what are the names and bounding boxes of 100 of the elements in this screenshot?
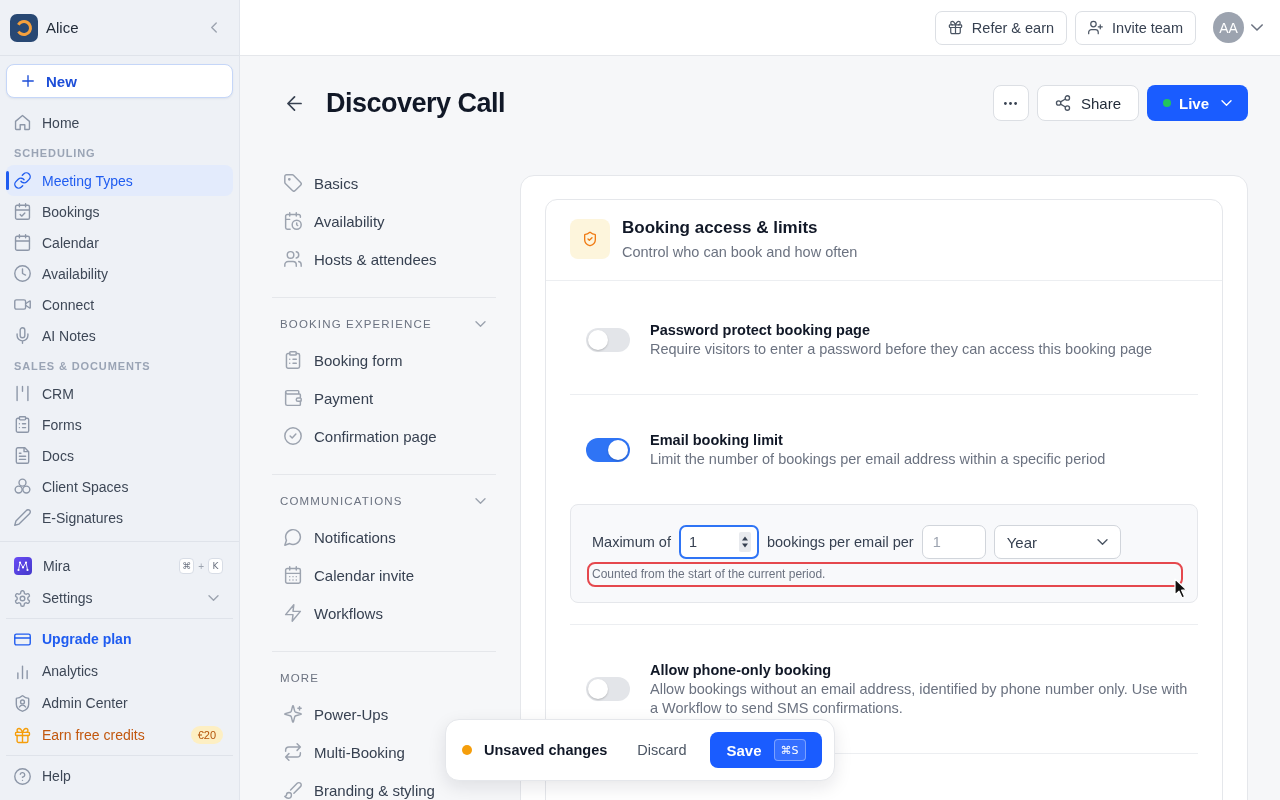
nav-item[interactable]: Home — [6, 107, 233, 138]
save-button[interactable]: Save ⌘S — [710, 732, 822, 768]
pencil-icon — [14, 509, 31, 526]
shield-check-icon — [570, 219, 610, 259]
chevron-down-icon[interactable] — [1251, 24, 1263, 31]
status-dot-icon — [1163, 99, 1171, 107]
settings-nav-item[interactable]: Payment — [272, 379, 386, 417]
credit-badge: €20 — [190, 726, 223, 744]
nav-item[interactable]: Calendar — [6, 227, 233, 258]
calendar-check-icon — [14, 203, 31, 220]
nav-item[interactable]: Docs — [6, 440, 233, 471]
invite-button[interactable]: Invite team — [1075, 10, 1196, 45]
bar-chart-icon — [14, 662, 31, 680]
period-select[interactable]: Year — [993, 525, 1121, 559]
settings-nav-item[interactable]: Availability — [272, 202, 397, 240]
constellation-icon — [14, 557, 32, 575]
clipboard-icon — [14, 416, 31, 433]
settings-nav-item[interactable]: Hosts & attendees — [272, 240, 449, 278]
refer-button[interactable]: Refer & earn — [934, 10, 1068, 45]
nav-item[interactable]: E-Signatures — [6, 502, 233, 533]
period-count-field[interactable]: 1 — [921, 525, 986, 559]
key-separator: + — [198, 560, 204, 572]
nav-item[interactable]: Connect — [6, 289, 233, 320]
user-plus-icon — [1088, 20, 1104, 35]
credits-link[interactable]: Earn free credits €20 — [6, 719, 233, 751]
settings-icon — [14, 589, 31, 607]
stepper-icon[interactable] — [738, 532, 751, 552]
help-icon — [14, 767, 31, 785]
settings-nav-item[interactable]: Calendar invite — [272, 556, 427, 594]
users-icon — [284, 250, 302, 268]
setting-title: Email booking limit — [650, 431, 784, 450]
status-button[interactable]: Live — [1147, 85, 1248, 121]
video-camera-icon — [14, 296, 31, 313]
settings-nav-item[interactable]: Notifications — [272, 518, 408, 556]
settings-nav-item[interactable]: Power-Ups — [272, 695, 401, 733]
discard-button[interactable]: Discard — [637, 742, 687, 758]
settings-nav-item[interactable]: Multi-Booking — [272, 733, 417, 771]
nav-item[interactable]: Forms — [6, 409, 233, 440]
toggle-switch[interactable] — [586, 437, 630, 462]
setting-description: Limit the number of bookings per email address within a specific period — [650, 450, 1107, 469]
chat-bubble-icon — [284, 528, 302, 546]
keyboard-key: K — [208, 558, 223, 574]
nav-item[interactable]: Client Spaces — [6, 471, 233, 502]
help-item[interactable]: Help — [6, 760, 233, 792]
workspace-name[interactable]: Alice — [46, 19, 79, 36]
mouse-pointer-icon — [1174, 578, 1188, 599]
settings-nav-item[interactable]: Basics — [272, 164, 371, 202]
calendar-grid-icon — [284, 566, 302, 584]
nav-item[interactable]: Bookings — [6, 196, 233, 227]
more-button[interactable] — [992, 85, 1029, 121]
nav-item[interactable]: Analytics — [6, 655, 233, 687]
setting-description: Require visitors to enter a password before they can access this booking page — [650, 340, 1154, 359]
gift-icon — [947, 20, 963, 35]
setting-title: Allow phone-only booking — [650, 661, 833, 680]
chevron-down-icon[interactable] — [475, 321, 486, 327]
nav-item[interactable]: Meeting Types — [6, 165, 233, 196]
hint-text: Counted from the start of the current period. — [587, 562, 1183, 587]
section-label: COMMUNICATIONS — [280, 495, 403, 507]
section-label: BOOKING EXPERIENCE — [280, 318, 432, 330]
repeat-icon — [284, 743, 302, 761]
toggle-switch[interactable] — [586, 327, 630, 352]
settings-nav-item[interactable]: Workflows — [272, 594, 395, 632]
brush-icon — [284, 781, 302, 799]
max-bookings-field[interactable]: 1 — [678, 525, 759, 559]
nav-item[interactable]: Availability — [6, 258, 233, 289]
setting-title: Password protect booking page — [650, 321, 871, 340]
limit-label: Maximum of — [592, 534, 671, 550]
section-subtitle: Control who can book and how often — [622, 243, 858, 262]
more-icon — [1004, 101, 1018, 105]
share-button[interactable]: Share — [1036, 85, 1139, 121]
toggle-switch[interactable] — [586, 677, 630, 701]
chevron-down-icon[interactable] — [475, 498, 486, 504]
page-title: Discovery Call — [326, 87, 506, 119]
settings-item[interactable]: Settings — [6, 582, 233, 614]
settings-nav-item[interactable]: Confirmation page — [272, 417, 449, 455]
clipboard-icon — [284, 351, 302, 369]
chevron-down-icon — [1221, 100, 1232, 106]
wallet-icon — [284, 389, 302, 407]
new-button[interactable]: New — [6, 64, 233, 98]
unsaved-status-text: Unsaved changes — [484, 742, 608, 758]
calendar-clock-icon — [284, 212, 302, 230]
limit-label: bookings per email per — [766, 534, 914, 550]
back-arrow-icon[interactable] — [287, 95, 302, 111]
assistant-item[interactable]: Mira ⌘ + K — [6, 550, 233, 582]
nav-item[interactable]: AI Notes — [6, 320, 233, 351]
clock-icon — [14, 265, 31, 282]
home-icon — [14, 114, 31, 131]
sparkle-icon — [284, 705, 302, 723]
nav-item[interactable]: Admin Center — [6, 687, 233, 719]
chevron-down-icon[interactable] — [208, 595, 219, 601]
nav-item[interactable]: CRM — [6, 378, 233, 409]
status-dot-icon — [462, 745, 472, 755]
gift-icon — [14, 726, 31, 744]
chevron-down-icon — [1096, 539, 1108, 545]
chevron-left-icon[interactable] — [211, 22, 217, 33]
upgrade-link[interactable]: Upgrade plan — [6, 623, 233, 655]
check-circle-icon — [284, 427, 302, 445]
section-label: MORE — [280, 672, 320, 684]
settings-nav-item[interactable]: Booking form — [272, 341, 415, 379]
settings-nav-item[interactable]: Branding & styling — [272, 771, 447, 800]
